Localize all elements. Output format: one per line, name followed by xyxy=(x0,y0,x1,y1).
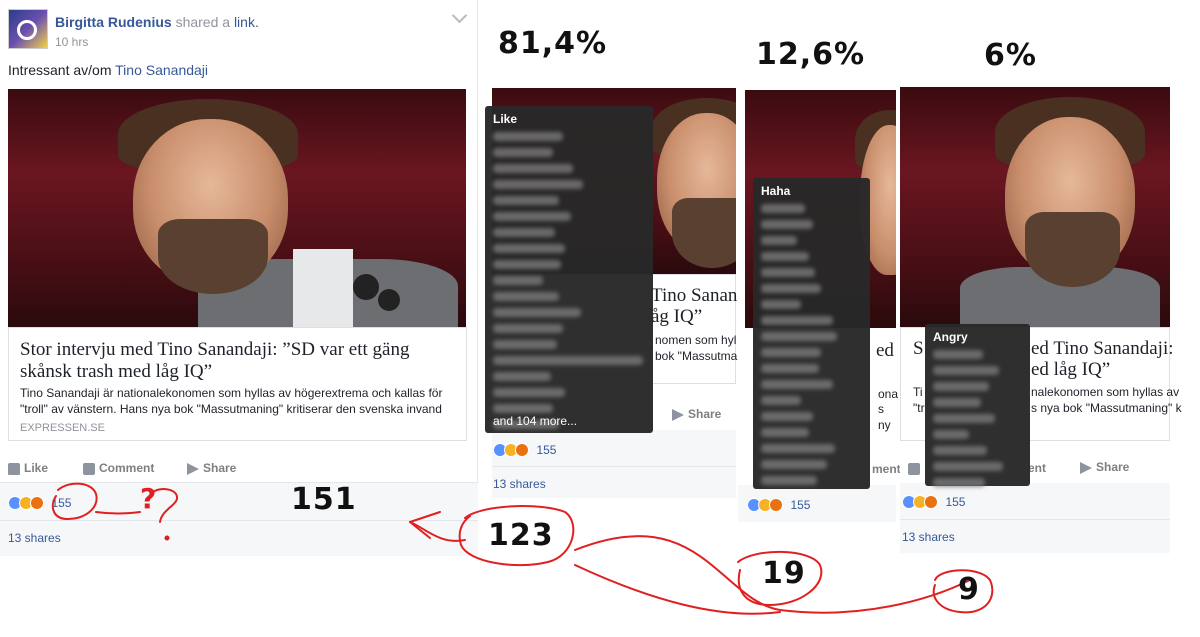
like-count-annotation: 123 xyxy=(488,518,554,553)
angry-count-annotation: 9 xyxy=(958,572,980,607)
haha-count-annotation: 19 xyxy=(762,556,806,591)
count-circle xyxy=(51,482,98,521)
connector-line xyxy=(574,564,781,615)
total-count: 151 xyxy=(291,482,357,517)
question-dot xyxy=(164,535,170,541)
question-link-line xyxy=(95,511,141,515)
question-mark: ? xyxy=(140,482,158,515)
annotation-overlay xyxy=(51,482,994,615)
arrowhead xyxy=(409,511,441,539)
arrow-from-like xyxy=(409,521,466,542)
